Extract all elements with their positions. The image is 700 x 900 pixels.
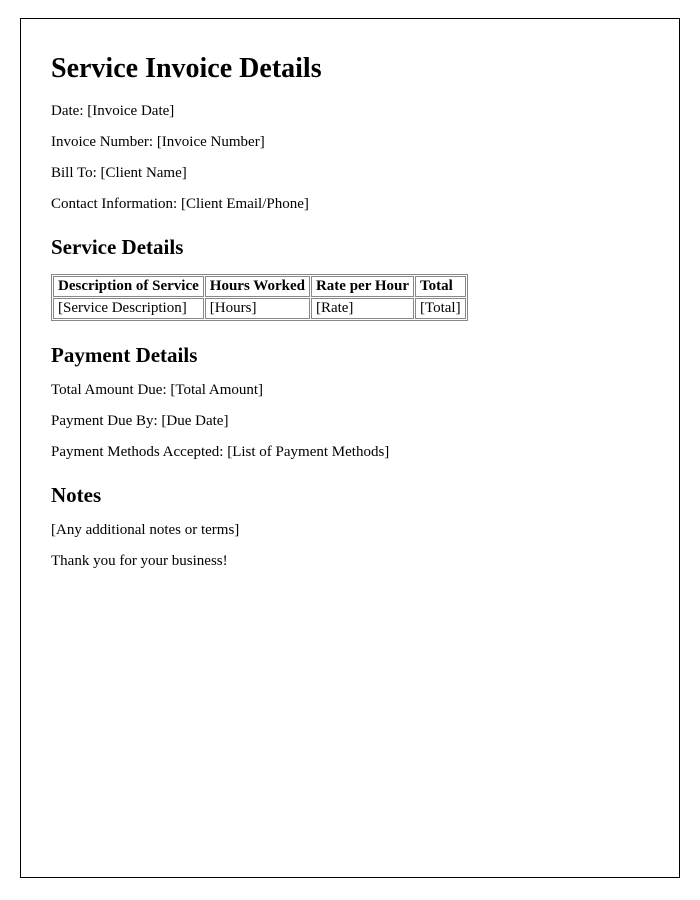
total-due-value: [Total Amount] <box>170 382 263 398</box>
service-details-heading: Service Details <box>51 235 649 260</box>
cell-rate: [Rate] <box>311 298 414 319</box>
due-by-line: Payment Due By: [Due Date] <box>51 413 649 430</box>
col-description: Description of Service <box>53 276 204 297</box>
notes-heading: Notes <box>51 483 649 508</box>
col-total: Total <box>415 276 466 297</box>
methods-line: Payment Methods Accepted: [List of Payme… <box>51 444 649 461</box>
notes-additional: [Any additional notes or terms] <box>51 522 649 539</box>
table-row: [Service Description] [Hours] [Rate] [To… <box>53 298 466 319</box>
cell-description: [Service Description] <box>53 298 204 319</box>
invoice-number-line: Invoice Number: [Invoice Number] <box>51 134 649 151</box>
invoice-number-label: Invoice Number: <box>51 134 157 150</box>
page-title: Service Invoice Details <box>51 53 649 85</box>
cell-hours: [Hours] <box>205 298 310 319</box>
payment-details-heading: Payment Details <box>51 343 649 368</box>
total-due-label: Total Amount Due: <box>51 382 170 398</box>
bill-to-label: Bill To: <box>51 165 101 181</box>
table-header-row: Description of Service Hours Worked Rate… <box>53 276 466 297</box>
contact-line: Contact Information: [Client Email/Phone… <box>51 196 649 213</box>
total-due-line: Total Amount Due: [Total Amount] <box>51 382 649 399</box>
methods-label: Payment Methods Accepted: <box>51 444 227 460</box>
bill-to-value: [Client Name] <box>101 165 187 181</box>
invoice-number-value: [Invoice Number] <box>157 134 265 150</box>
cell-total: [Total] <box>415 298 466 319</box>
invoice-page: Service Invoice Details Date: [Invoice D… <box>20 18 680 878</box>
bill-to-line: Bill To: [Client Name] <box>51 165 649 182</box>
col-hours: Hours Worked <box>205 276 310 297</box>
date-line: Date: [Invoice Date] <box>51 103 649 120</box>
methods-value: [List of Payment Methods] <box>227 444 389 460</box>
contact-value: [Client Email/Phone] <box>181 196 309 212</box>
col-rate: Rate per Hour <box>311 276 414 297</box>
date-value: [Invoice Date] <box>87 103 174 119</box>
date-label: Date: <box>51 103 87 119</box>
notes-thanks: Thank you for your business! <box>51 553 649 570</box>
service-details-table: Description of Service Hours Worked Rate… <box>51 274 468 321</box>
due-by-label: Payment Due By: <box>51 413 161 429</box>
contact-label: Contact Information: <box>51 196 181 212</box>
due-by-value: [Due Date] <box>161 413 228 429</box>
